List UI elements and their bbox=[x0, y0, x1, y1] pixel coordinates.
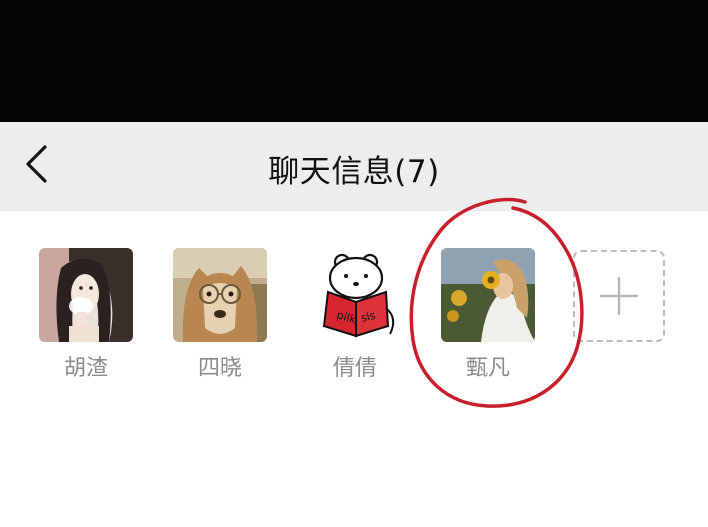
top-black-band bbox=[0, 0, 708, 122]
plus-icon bbox=[599, 276, 639, 316]
member-item[interactable]: pilk sls 倩倩 bbox=[307, 248, 403, 382]
member-name: 甄凡 bbox=[465, 356, 510, 381]
page-title: 聊天信息(7) bbox=[268, 154, 440, 190]
avatar[interactable]: pilk sls bbox=[308, 248, 402, 342]
member-grid: 胡渣 四晓 pilk sls 倩倩 甄凡 bbox=[0, 211, 708, 527]
avatar[interactable] bbox=[39, 248, 133, 342]
member-item[interactable]: 胡渣 bbox=[38, 248, 134, 382]
member-item[interactable]: 四晓 bbox=[172, 248, 268, 382]
member-name: 胡渣 bbox=[63, 356, 108, 381]
avatar[interactable] bbox=[441, 248, 535, 342]
add-member-button[interactable] bbox=[573, 250, 665, 342]
member-name: 四晓 bbox=[197, 356, 242, 381]
member-item[interactable]: 甄凡 bbox=[440, 248, 536, 382]
avatar[interactable] bbox=[173, 248, 267, 342]
member-name: 倩倩 bbox=[332, 356, 377, 381]
navigation-bar: 聊天信息(7) bbox=[0, 122, 708, 211]
